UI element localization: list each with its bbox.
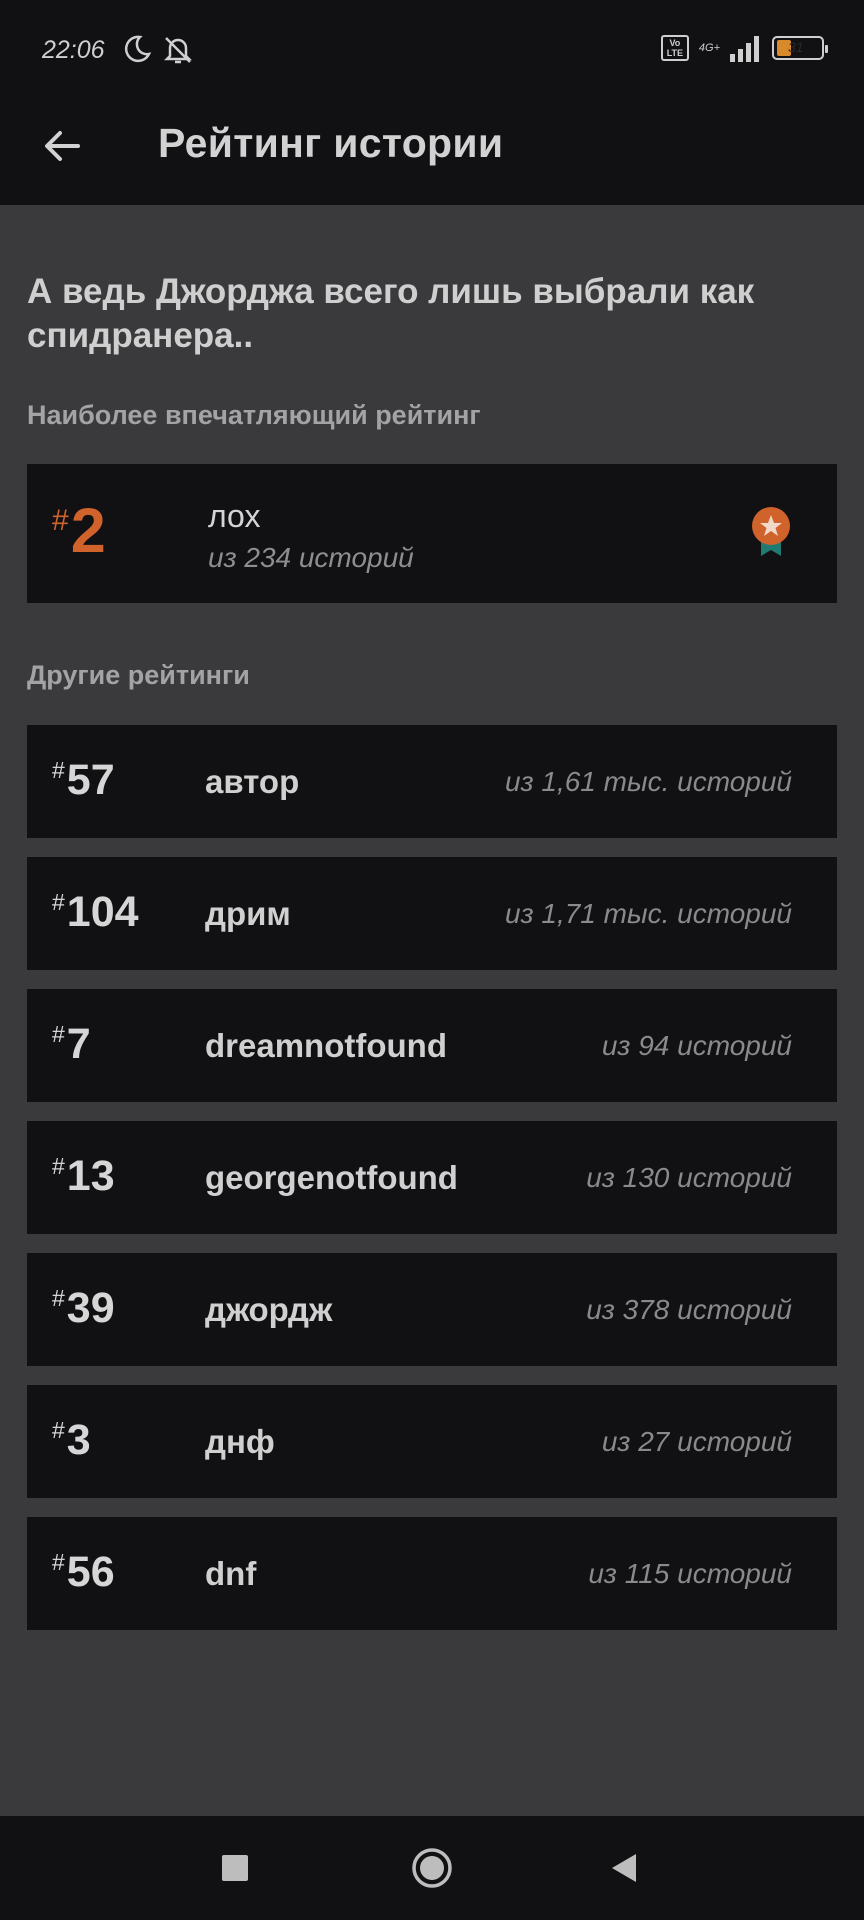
rank-number: 56 (66, 1548, 115, 1596)
rank-hash: # (52, 1549, 65, 1575)
rank-tag: дрим (205, 895, 291, 932)
rank-count: из 1,71 тыс. историй (505, 898, 792, 929)
rank-number-group: # 56 (52, 1549, 115, 1595)
ranking-row[interactable]: # 7 dreamnotfound из 94 историй (27, 989, 837, 1102)
system-nav-bar (0, 1816, 864, 1920)
rank-tag: джордж (205, 1291, 333, 1328)
rank-number: 2 (70, 496, 106, 566)
ranking-row[interactable]: # 39 джордж из 378 историй (27, 1253, 837, 1366)
medal-icon (752, 507, 790, 556)
home-circle-icon (412, 1848, 452, 1888)
rank-number: 39 (66, 1284, 115, 1332)
ranking-row[interactable]: # 56 dnf из 115 историй (27, 1517, 837, 1630)
ranking-row[interactable]: # 57 автор из 1,61 тыс. историй (27, 725, 837, 838)
back-triangle-icon (612, 1854, 636, 1882)
arrow-left-icon (45, 131, 80, 161)
recents-square-icon (222, 1855, 248, 1881)
app-bar: Рейтинг истории (0, 100, 864, 205)
top-rank: # 2 (52, 496, 106, 566)
rank-hash: # (52, 1417, 65, 1443)
rank-tag: лох (208, 498, 261, 534)
status-left-icons (122, 34, 194, 66)
rank-number-group: # 104 (52, 889, 139, 935)
rank-count: из 234 историй (208, 542, 414, 573)
top-ranking-label: Наиболее впечатляющий рейтинг (27, 400, 481, 430)
rank-number: 13 (66, 1152, 115, 1200)
moon-icon (124, 35, 152, 63)
bell-muted-icon (163, 37, 193, 64)
status-time: 22:06 (42, 36, 105, 64)
story-title: А ведь Джорджа всего лишь выбрали как сп… (27, 272, 755, 355)
rank-count: из 94 историй (601, 1030, 792, 1061)
rank-number: 104 (66, 888, 139, 936)
rank-hash: # (52, 504, 69, 537)
rank-count: из 1,61 тыс. историй (505, 766, 792, 797)
battery-icon: 31 (772, 36, 828, 60)
rank-hash: # (52, 1021, 65, 1047)
rank-count: из 115 историй (588, 1558, 792, 1589)
home-button[interactable] (382, 1816, 482, 1920)
status-bar: 22:06 Vo LTE 4G+ 31 (0, 0, 864, 100)
battery-level: 31 (788, 39, 804, 55)
signal-icon (730, 36, 759, 62)
rank-number-group: # 7 (52, 1021, 91, 1067)
volte-icon: Vo LTE (660, 35, 689, 61)
ranking-row[interactable]: # 104 дрим из 1,71 тыс. историй (27, 857, 837, 970)
rank-number: 7 (66, 1020, 91, 1068)
ranking-row[interactable]: # 13 georgenotfound из 130 историй (27, 1121, 837, 1234)
rank-number-group: # 3 (52, 1417, 91, 1463)
status-right: Vo LTE 4G+ 31 (660, 34, 828, 62)
rank-tag: dreamnotfound (205, 1027, 447, 1064)
rank-tag: dnf (205, 1555, 257, 1592)
rank-count: из 378 историй (586, 1294, 792, 1325)
rank-number: 3 (66, 1416, 91, 1464)
top-ranking-card[interactable]: # 2 лох из 234 историй (27, 464, 837, 603)
rank-count: из 27 историй (601, 1426, 792, 1457)
recents-button[interactable] (185, 1816, 285, 1920)
rank-hash: # (52, 1153, 65, 1179)
nav-back-button[interactable] (574, 1816, 674, 1920)
page-title: Рейтинг истории (158, 120, 504, 166)
rank-hash: # (52, 1285, 65, 1311)
rank-tag: автор (205, 763, 300, 800)
rank-tag: днф (205, 1423, 275, 1460)
other-rankings-label: Другие рейтинги (27, 660, 250, 690)
network-type: 4G+ (698, 42, 720, 54)
rank-number-group: # 57 (52, 757, 115, 803)
back-button[interactable] (34, 118, 90, 174)
rank-number: 57 (66, 756, 115, 804)
rank-hash: # (52, 757, 65, 783)
rank-number-group: # 13 (52, 1153, 115, 1199)
rank-tag: georgenotfound (205, 1159, 458, 1196)
ranking-row[interactable]: # 3 днф из 27 историй (27, 1385, 837, 1498)
rank-hash: # (52, 889, 65, 915)
rank-number-group: # 39 (52, 1285, 115, 1331)
rank-count: из 130 историй (586, 1162, 792, 1193)
